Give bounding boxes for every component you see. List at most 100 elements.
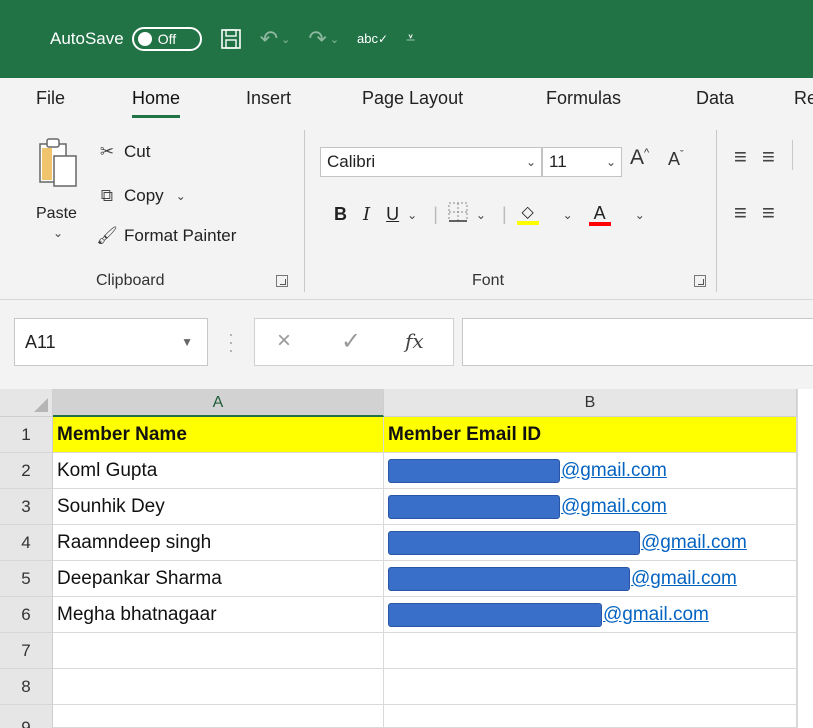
row-header[interactable]: 7 — [0, 633, 53, 669]
row-header[interactable]: 4 — [0, 525, 53, 561]
font-color-icon[interactable]: A — [588, 204, 627, 226]
row-header[interactable]: 2 — [0, 453, 53, 489]
italic-button[interactable]: I — [363, 204, 370, 225]
cell-a2[interactable]: Koml Gupta — [53, 453, 384, 489]
tab-formulas[interactable]: Formulas — [546, 88, 621, 109]
column-c — [797, 389, 813, 728]
borders-icon[interactable] — [448, 202, 468, 227]
align-top-icon[interactable]: ≡ — [734, 144, 747, 170]
font-launcher-icon[interactable] — [694, 275, 706, 287]
formula-input[interactable] — [462, 318, 813, 366]
paintbrush-icon: 🖌 — [96, 226, 118, 245]
cell-a5[interactable]: Deepankar Sharma — [53, 561, 384, 597]
cell-b5[interactable]: @gmail.com — [384, 561, 797, 597]
column-header-a[interactable]: A — [53, 389, 384, 417]
spelling-icon[interactable]: abc ✓ — [357, 31, 389, 46]
tab-insert[interactable]: Insert — [246, 88, 291, 109]
fill-color-dropdown-icon[interactable]: ⌄ — [563, 208, 573, 222]
tab-page-layout[interactable]: Page Layout — [362, 88, 463, 109]
group-divider — [304, 130, 305, 292]
email-domain: @gmail.com — [561, 460, 667, 481]
cut-button[interactable]: ✂ Cut — [96, 142, 151, 162]
row-header[interactable]: 6 — [0, 597, 53, 633]
copy-icon: ⧉ — [100, 186, 114, 205]
name-box[interactable]: A11 ▼ — [14, 318, 208, 366]
row-header[interactable]: 9 — [0, 705, 53, 728]
format-painter-button[interactable]: 🖌 Format Painter — [96, 226, 236, 246]
increase-font-size-button[interactable]: A^ — [630, 146, 649, 170]
cell-b7[interactable] — [384, 633, 797, 669]
cell-a9[interactable] — [53, 705, 384, 728]
cell-a8[interactable] — [53, 669, 384, 705]
redacted-block — [388, 530, 640, 555]
worksheet-grid: A B 1 2 3 4 5 6 7 8 9 Member Name Member… — [0, 389, 813, 728]
tab-data[interactable]: Data — [696, 88, 734, 109]
customize-qat-icon[interactable]: ⩡ — [406, 30, 415, 48]
paste-dropdown-icon[interactable]: ⌄ — [53, 226, 63, 240]
tab-file[interactable]: File — [36, 88, 65, 109]
group-divider — [792, 140, 793, 170]
row-header[interactable]: 3 — [0, 489, 53, 525]
insert-function-icon[interactable]: fx — [405, 329, 424, 353]
row-header[interactable]: 5 — [0, 561, 53, 597]
fill-color-swatch — [516, 220, 539, 225]
save-icon[interactable] — [220, 28, 242, 50]
undo-dropdown-icon[interactable]: ⌄ — [281, 33, 290, 46]
cell-b1[interactable]: Member Email ID — [384, 417, 797, 453]
formula-bar: A11 ▼ · · · × ✓ fx — [0, 300, 813, 390]
align-left-icon[interactable]: ≡ — [734, 200, 747, 226]
redo-dropdown-icon[interactable]: ⌄ — [330, 33, 339, 46]
row-header[interactable]: 1 — [0, 417, 53, 453]
font-name-select[interactable]: Calibri ⌄ — [320, 147, 542, 177]
chevron-down-icon[interactable]: ▼ — [181, 319, 193, 365]
cell-b4[interactable]: @gmail.com — [384, 525, 797, 561]
underline-button[interactable]: U — [386, 204, 399, 225]
borders-dropdown-icon[interactable]: ⌄ — [476, 208, 486, 222]
cell-b3[interactable]: @gmail.com — [384, 489, 797, 525]
cell-b9[interactable] — [384, 705, 797, 728]
select-all-button[interactable] — [0, 389, 53, 417]
tab-home[interactable]: Home — [132, 88, 181, 118]
spelling-abc: abc — [357, 31, 379, 46]
cell-a7[interactable] — [53, 633, 384, 669]
clipboard-group-label: Clipboard — [96, 272, 165, 289]
cancel-icon[interactable]: × — [277, 327, 291, 355]
cell-a3[interactable]: Sounhik Dey — [53, 489, 384, 525]
copy-dropdown-icon[interactable]: ⌄ — [176, 189, 186, 203]
paste-icon[interactable] — [38, 136, 78, 188]
autosave-label: AutoSave — [50, 29, 124, 48]
formula-buttons: × ✓ fx — [254, 318, 454, 366]
quick-access-toolbar: AutoSave Off ↶ ⌄ ↷ ⌄ abc ✓ ⩡ — [50, 22, 433, 56]
clipboard-launcher-icon[interactable] — [276, 275, 288, 287]
cell-a4[interactable]: Raamndeep singh — [53, 525, 384, 561]
align-middle-icon[interactable]: ≡ — [762, 144, 775, 170]
tab-review[interactable]: Re — [794, 88, 813, 109]
autosave-toggle[interactable]: Off — [131, 27, 202, 51]
paste-button[interactable]: Paste — [36, 205, 77, 223]
cell-a1[interactable]: Member Name — [53, 417, 384, 453]
toggle-knob — [137, 32, 152, 46]
decrease-font-size-button[interactable]: Aˇ — [668, 149, 684, 170]
undo-icon[interactable]: ↶ ⌄ — [260, 26, 291, 52]
redacted-block — [388, 602, 602, 627]
resize-handle-icon[interactable]: · · · — [228, 325, 234, 359]
font-color-dropdown-icon[interactable]: ⌄ — [635, 208, 645, 222]
name-box-value: A11 — [25, 332, 56, 352]
spelling-check: ✓ — [378, 32, 389, 46]
cell-b2[interactable]: @gmail.com — [384, 453, 797, 489]
font-name-value: Calibri — [327, 152, 376, 171]
redo-icon[interactable]: ↷ ⌄ — [308, 26, 339, 52]
font-size-select[interactable]: 11 ⌄ — [542, 147, 622, 177]
bold-button[interactable]: B — [334, 204, 347, 225]
enter-icon[interactable]: ✓ — [341, 327, 361, 356]
cell-a6[interactable]: Megha bhatnagaar — [53, 597, 384, 633]
underline-dropdown-icon[interactable]: ⌄ — [407, 208, 417, 222]
cell-b8[interactable] — [384, 669, 797, 705]
column-header-b[interactable]: B — [384, 389, 797, 417]
cell-b6[interactable]: @gmail.com — [384, 597, 797, 633]
copy-button[interactable]: ⧉ Copy ⌄ — [96, 186, 186, 206]
shrink-font-glyph: A — [668, 149, 681, 169]
fill-color-icon[interactable]: ◇ — [516, 204, 555, 225]
row-header[interactable]: 8 — [0, 669, 53, 705]
align-center-icon[interactable]: ≡ — [762, 200, 775, 226]
